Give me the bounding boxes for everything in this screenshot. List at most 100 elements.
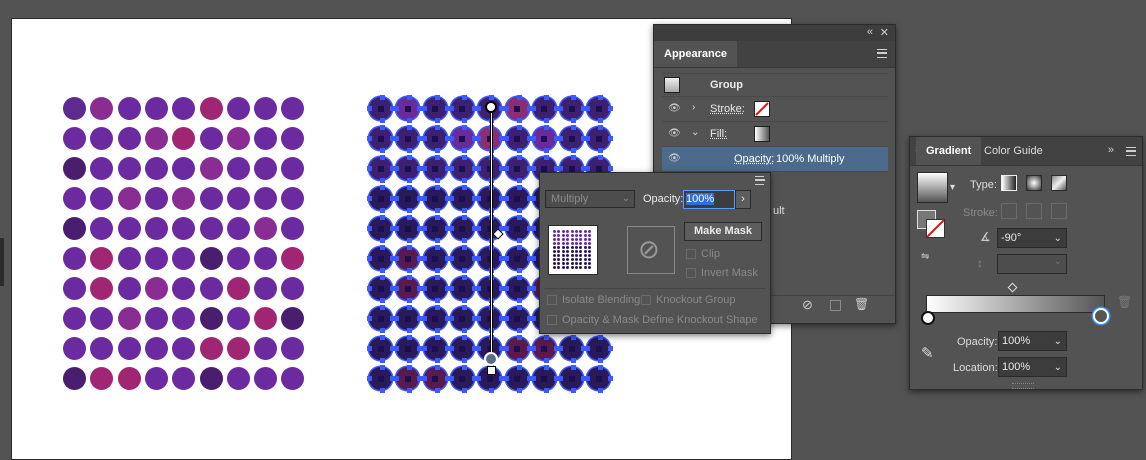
grid-dot[interactable]: [254, 127, 278, 150]
anchor-point[interactable]: [516, 178, 522, 183]
grid-dot[interactable]: [117, 217, 141, 240]
anchor-point[interactable]: [434, 328, 440, 333]
grid-dot[interactable]: [226, 157, 250, 180]
anchor-point[interactable]: [394, 106, 400, 111]
appearance-panel-titlebar[interactable]: « ✕: [654, 25, 895, 41]
isolate-blending-checkbox[interactable]: [547, 295, 557, 305]
anchor-point[interactable]: [448, 316, 454, 321]
anchor-point[interactable]: [434, 275, 440, 280]
anchor-point[interactable]: [503, 136, 509, 141]
anchor-point[interactable]: [585, 106, 591, 111]
panel-menu-icon[interactable]: [877, 49, 887, 58]
anchor-point[interactable]: [407, 238, 413, 243]
grid-dot[interactable]: [117, 247, 141, 270]
anchor-point[interactable]: [608, 136, 614, 141]
anchor-point[interactable]: [476, 316, 482, 321]
anchor-point[interactable]: [407, 388, 413, 393]
anchor-point[interactable]: [434, 215, 440, 220]
anchor-point[interactable]: [503, 316, 509, 321]
anchor-point[interactable]: [434, 155, 440, 160]
grid-dot[interactable]: [63, 307, 86, 330]
anchor-point[interactable]: [598, 388, 604, 393]
anchor-point[interactable]: [380, 118, 385, 123]
anchor-point[interactable]: [461, 298, 467, 303]
expand-chevron-icon[interactable]: ›: [692, 102, 695, 113]
anchor-point[interactable]: [448, 286, 454, 291]
grid-dot[interactable]: [63, 337, 86, 360]
anchor-point[interactable]: [461, 185, 467, 190]
anchor-point[interactable]: [503, 166, 509, 171]
anchor-point[interactable]: [380, 358, 385, 363]
midpoint-diamond-icon[interactable]: [1007, 282, 1018, 293]
anchor-point[interactable]: [367, 316, 372, 321]
anchor-point[interactable]: [461, 238, 467, 243]
anchor-point[interactable]: [503, 226, 509, 231]
grid-dot[interactable]: [199, 277, 223, 300]
anchor-point[interactable]: [421, 256, 427, 261]
fill-label[interactable]: Fill:: [710, 128, 727, 140]
anchor-point[interactable]: [503, 376, 509, 381]
grid-dot[interactable]: [63, 247, 86, 270]
anchor-point[interactable]: [380, 185, 385, 190]
eyedropper-icon[interactable]: ✎: [921, 344, 934, 362]
anchor-point[interactable]: [461, 118, 467, 123]
anchor-point[interactable]: [516, 328, 522, 333]
anchor-point[interactable]: [461, 245, 467, 250]
anchor-point[interactable]: [558, 376, 564, 381]
anchor-point[interactable]: [421, 346, 427, 351]
anchor-point[interactable]: [380, 328, 385, 333]
anchor-point[interactable]: [367, 166, 372, 171]
anchor-point[interactable]: [407, 275, 413, 280]
anchor-point[interactable]: [380, 335, 385, 340]
grid-dot[interactable]: [144, 157, 168, 180]
panel-resize-grip[interactable]: [1012, 383, 1034, 389]
anchor-point[interactable]: [380, 215, 385, 220]
grid-dot[interactable]: [117, 157, 141, 180]
anchor-point[interactable]: [367, 286, 372, 291]
collapse-chevron-icon[interactable]: ⌄: [691, 127, 699, 138]
anchor-point[interactable]: [380, 155, 385, 160]
anchor-point[interactable]: [516, 245, 522, 250]
anchor-point[interactable]: [367, 136, 372, 141]
appearance-row-group[interactable]: Group: [662, 73, 888, 97]
anchor-point[interactable]: [608, 106, 614, 111]
anchor-point[interactable]: [367, 226, 372, 231]
anchor-point[interactable]: [407, 185, 413, 190]
anchor-point[interactable]: [476, 196, 482, 201]
anchor-point[interactable]: [448, 106, 454, 111]
anchor-point[interactable]: [461, 275, 467, 280]
anchor-point[interactable]: [407, 335, 413, 340]
anchor-point[interactable]: [476, 256, 482, 261]
delete-item-icon[interactable]: 🗑: [854, 297, 869, 311]
anchor-point[interactable]: [434, 208, 440, 213]
opacity-label-link[interactable]: Opacity:: [734, 153, 774, 165]
anchor-point[interactable]: [394, 286, 400, 291]
linear-gradient-type-button[interactable]: [1001, 175, 1017, 191]
grid-dot[interactable]: [63, 157, 86, 180]
anchor-point[interactable]: [367, 106, 372, 111]
anchor-point[interactable]: [543, 155, 549, 160]
anchor-point[interactable]: [448, 256, 454, 261]
grid-dot[interactable]: [144, 97, 168, 120]
anchor-point[interactable]: [585, 136, 591, 141]
stroke-along-button[interactable]: [1026, 203, 1042, 219]
anchor-point[interactable]: [516, 268, 522, 273]
anchor-point[interactable]: [476, 376, 482, 381]
aspect-ratio-input[interactable]: ⌄: [997, 254, 1067, 274]
anchor-point[interactable]: [598, 155, 604, 160]
anchor-point[interactable]: [380, 365, 385, 370]
grid-dot[interactable]: [117, 367, 141, 390]
anchor-point[interactable]: [476, 136, 482, 141]
anchor-point[interactable]: [608, 166, 614, 171]
fill-gradient-swatch[interactable]: [754, 126, 770, 142]
anchor-point[interactable]: [558, 106, 564, 111]
anchor-point[interactable]: [489, 95, 495, 100]
anchor-point[interactable]: [571, 365, 577, 370]
grid-dot[interactable]: [226, 337, 250, 360]
grid-dot[interactable]: [199, 307, 223, 330]
anchor-point[interactable]: [530, 316, 536, 321]
anchor-point[interactable]: [571, 148, 577, 153]
anchor-point[interactable]: [571, 335, 577, 340]
anchor-point[interactable]: [380, 125, 385, 130]
grid-dot[interactable]: [144, 127, 168, 150]
